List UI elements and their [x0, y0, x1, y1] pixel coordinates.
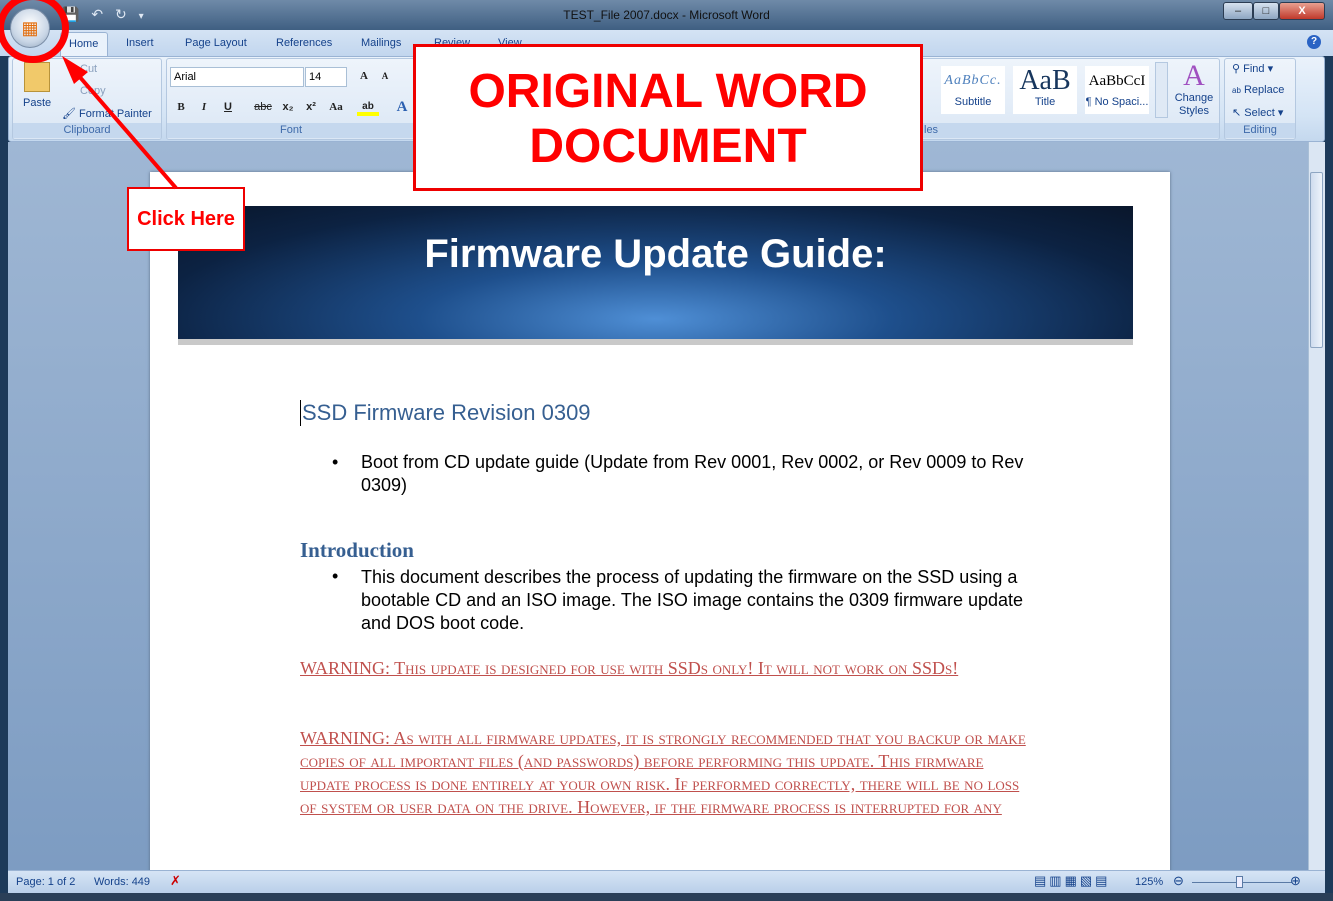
bullet-text: This document describes the process of u… — [361, 567, 1024, 633]
styles-scroll[interactable] — [1155, 62, 1168, 118]
proofing-icon[interactable]: ✗ — [170, 873, 181, 889]
warning-text: WARNING: This update is designed for use… — [300, 658, 959, 678]
font-color-button[interactable]: A — [391, 98, 413, 116]
style-preview: AaBbCc. — [944, 73, 1002, 88]
scrollbar-thumb[interactable] — [1310, 172, 1323, 348]
select-button[interactable]: ↖ Select ▾ — [1232, 106, 1283, 119]
arrow-icon — [62, 56, 178, 190]
select-label: Select — [1244, 107, 1275, 119]
style-name: Subtitle — [954, 96, 992, 108]
binoculars-icon: ⚲ — [1232, 63, 1241, 75]
find-label: Find — [1243, 63, 1265, 75]
zoom-out-icon[interactable]: ⊖ — [1173, 873, 1184, 889]
help-icon[interactable]: ? — [1307, 35, 1321, 49]
editing-label: Editing — [1225, 123, 1295, 138]
banner: Firmware Update Guide: — [178, 206, 1133, 345]
replace-button[interactable]: ab Replace — [1232, 84, 1284, 96]
cursor-icon: ↖ — [1232, 107, 1242, 119]
find-button[interactable]: ⚲ Find ▾ — [1232, 62, 1273, 75]
style-subtitle[interactable]: AaBbCc. Subtitle — [941, 66, 1005, 114]
style-name: ¶ No Spaci... — [1085, 96, 1149, 108]
zoom-in-icon[interactable]: ⊕ — [1290, 873, 1301, 889]
banner-title: Firmware Update Guide: — [424, 232, 887, 276]
highlight-button[interactable]: ab — [357, 98, 379, 116]
change-case-button[interactable]: Aa — [325, 98, 347, 116]
status-bar: Page: 1 of 2 Words: 449 ✗ ▤▥▦▧▤ 125% ⊖ ⊕ — [8, 870, 1325, 893]
bullet-text: Boot from CD update guide (Update from R… — [361, 452, 1024, 495]
style-no-spacing[interactable]: AaBbCcI ¶ No Spaci... — [1085, 66, 1149, 114]
tab-references[interactable]: References — [276, 37, 332, 49]
view-buttons[interactable]: ▤▥▦▧▤ — [1034, 873, 1110, 889]
style-title[interactable]: AaB Title — [1013, 66, 1077, 114]
shrink-font-button[interactable]: A — [374, 67, 396, 85]
close-button[interactable]: X — [1279, 2, 1325, 20]
font-size-select[interactable]: 14 — [305, 67, 347, 87]
minimize-button[interactable]: – — [1223, 2, 1253, 20]
styles-label: les — [900, 123, 1219, 138]
bullet-icon: • — [332, 452, 339, 472]
grow-font-button[interactable]: A — [353, 67, 375, 85]
page-count[interactable]: Page: 1 of 2 — [16, 876, 75, 888]
introduction-heading: Introduction — [300, 538, 414, 562]
zoom-level[interactable]: 125% — [1135, 876, 1163, 888]
taskbar-edge — [0, 893, 1333, 901]
replace-icon: ab — [1232, 86, 1241, 95]
replace-label: Replace — [1243, 84, 1285, 96]
style-preview: AaBbCcI — [1088, 73, 1146, 89]
bullet-icon: • — [332, 566, 339, 586]
maximize-button[interactable]: □ — [1253, 2, 1279, 20]
word-count[interactable]: Words: 449 — [94, 876, 150, 888]
subscript-button[interactable]: x₂ — [277, 98, 299, 116]
change-styles-icon: A — [1183, 59, 1205, 92]
change-styles-button[interactable]: A Change Styles — [1172, 60, 1216, 118]
document-heading: SSD Firmware Revision 0309 — [300, 400, 591, 426]
style-preview: AaB — [1019, 65, 1071, 96]
original-document-callout: ORIGINAL WORD DOCUMENT — [413, 44, 923, 191]
change-styles-label: Change Styles — [1174, 92, 1214, 117]
tab-mailings[interactable]: Mailings — [361, 37, 401, 49]
superscript-button[interactable]: x² — [300, 98, 322, 116]
warning-text: WARNING: As with all firmware updates, i… — [300, 728, 1026, 817]
style-name: Title — [1034, 96, 1056, 108]
zoom-slider-thumb[interactable] — [1236, 876, 1243, 888]
